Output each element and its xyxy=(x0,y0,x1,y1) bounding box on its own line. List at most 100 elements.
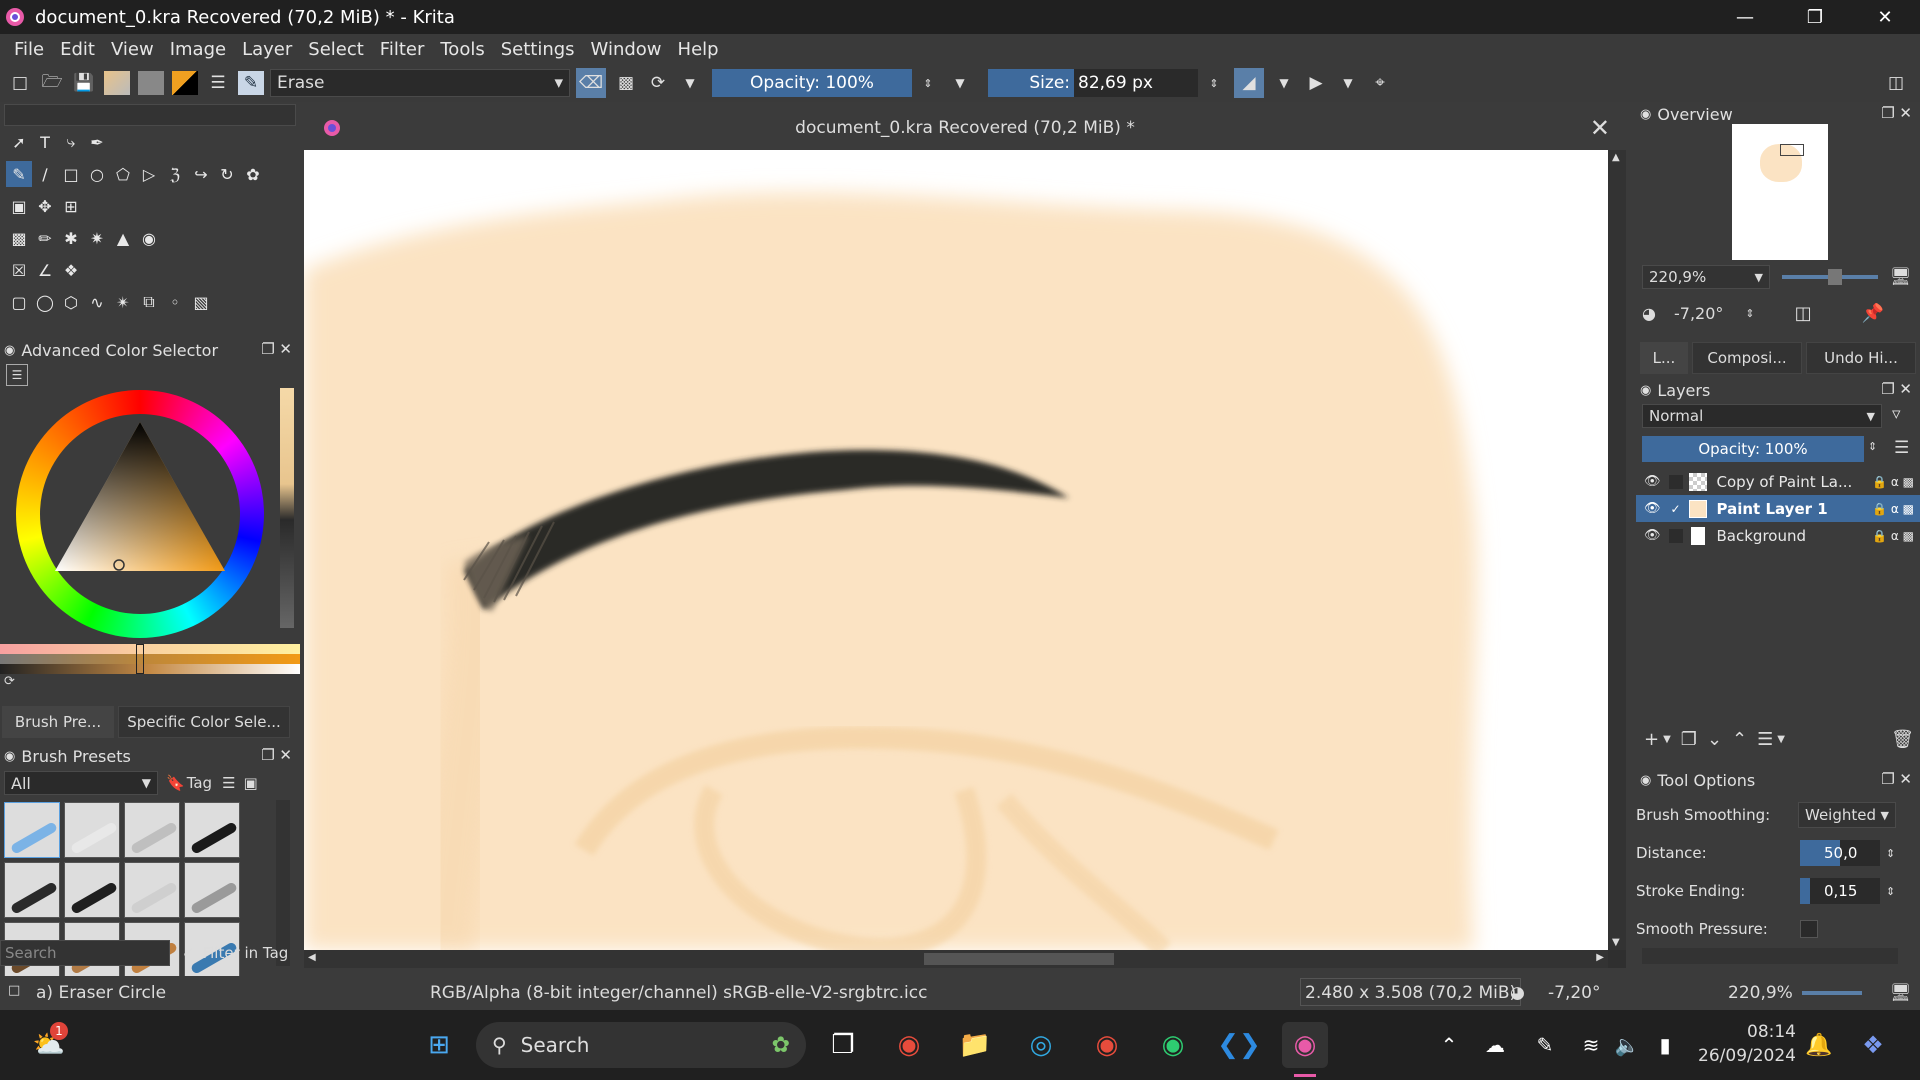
task-view-icon[interactable]: ❐ xyxy=(820,1022,866,1068)
text-tool-icon[interactable]: T xyxy=(32,129,58,155)
polygon-tool-icon[interactable]: ⬠ xyxy=(110,161,136,187)
chrome-profile2-icon[interactable]: ◉ xyxy=(1150,1022,1196,1068)
float-close-icons[interactable]: ❐ ✕ xyxy=(261,746,292,764)
status-dimensions[interactable]: 2.480 x 3.508 (70,2 MiB) xyxy=(1300,978,1522,1006)
brush-preset-icon[interactable]: ✎ xyxy=(238,71,264,95)
copilot-icon[interactable]: ❖ xyxy=(1850,1022,1896,1068)
eraser-mode-icon[interactable]: ⌫ xyxy=(576,68,606,98)
distance-slider[interactable]: 50,0 xyxy=(1800,840,1880,866)
wrap-around-icon[interactable]: ⌖ xyxy=(1368,71,1392,95)
color-history-strip[interactable] xyxy=(280,388,294,628)
eye-icon[interactable]: 👁 xyxy=(1644,501,1661,516)
zoom-slider[interactable] xyxy=(1782,269,1878,285)
brush-preset-tile[interactable] xyxy=(184,862,240,918)
gradient-swatch-icon[interactable] xyxy=(104,71,130,95)
zoom-select[interactable]: 220,9% ▼ xyxy=(1642,265,1770,289)
bell-icon[interactable]: 🔔 xyxy=(1796,1022,1842,1068)
layer-props-icons[interactable]: 🔒 α ▩ xyxy=(1872,502,1914,516)
float-close-icons[interactable]: ❐ ✕ xyxy=(1881,104,1912,122)
distance-stepper-icon[interactable]: ⇕ xyxy=(1886,847,1895,860)
chevron-down-icon[interactable]: ▼ xyxy=(678,71,702,95)
save-icon[interactable]: 💾 xyxy=(72,71,96,95)
enclose-fill-icon[interactable]: ◉ xyxy=(136,225,162,251)
menu-filter[interactable]: Filter xyxy=(380,39,425,60)
rotation-value[interactable]: -7,20° xyxy=(1674,304,1723,323)
freehand-path-icon[interactable]: ↪ xyxy=(188,161,214,187)
mirror-vertical-icon[interactable]: ▶ xyxy=(1304,71,1328,95)
brush-preset-tile[interactable] xyxy=(4,802,60,858)
pen-icon[interactable]: ✎ xyxy=(1522,1022,1568,1068)
ellipse-select-icon[interactable]: ◯ xyxy=(32,289,58,315)
tab-compositions[interactable]: Composi... xyxy=(1692,342,1802,374)
reset-color-icon[interactable]: ⟳ xyxy=(0,674,300,694)
chevron-down-icon[interactable]: ▼ xyxy=(1777,734,1785,745)
battery-icon[interactable]: ▮ xyxy=(1642,1022,1688,1068)
add-layer-icon[interactable]: + xyxy=(1644,729,1659,750)
smart-patch-icon[interactable]: ✱ xyxy=(58,225,84,251)
similar-select-icon[interactable]: ⧉ xyxy=(136,289,162,315)
brush-preset-tile[interactable] xyxy=(124,802,180,858)
krita-taskbar-icon[interactable]: ◉ xyxy=(1282,1022,1328,1068)
preset-filter-select[interactable]: All ▼ xyxy=(4,771,158,795)
layer-properties-icon[interactable]: ☰ xyxy=(1757,729,1773,750)
polygon-select-icon[interactable]: ⬡ xyxy=(58,289,84,315)
rectangle-tool-icon[interactable]: □ xyxy=(58,161,84,187)
layer-menu-icon[interactable]: ☰ xyxy=(1894,438,1909,458)
stroke-ending-stepper-icon[interactable]: ⇕ xyxy=(1886,885,1895,898)
monitor-icon[interactable]: 🖥 xyxy=(1890,983,1912,1003)
duplicate-layer-icon[interactable]: ❐ xyxy=(1681,729,1697,750)
menu-layer[interactable]: Layer xyxy=(242,39,292,60)
viewport-rect[interactable] xyxy=(1780,144,1804,156)
magnetic-select-icon[interactable]: ▧ xyxy=(188,289,214,315)
menu-image[interactable]: Image xyxy=(170,39,226,60)
open-folder-icon[interactable]: 🗁 xyxy=(40,71,64,95)
restore-icon[interactable]: ❐ xyxy=(1780,0,1850,34)
chevron-up-icon[interactable]: ⌃ xyxy=(1426,1022,1472,1068)
brush-preset-tile[interactable] xyxy=(64,862,120,918)
chrome-icon[interactable]: ◉ xyxy=(1084,1022,1130,1068)
vertical-scrollbar[interactable]: ▲ ▼ xyxy=(1608,150,1626,950)
move-up-icon[interactable]: ⌃ xyxy=(1732,729,1747,750)
new-document-icon[interactable]: □ xyxy=(8,71,32,95)
tab-layers[interactable]: L... xyxy=(1640,342,1688,374)
polyline-tool-icon[interactable]: ▷ xyxy=(136,161,162,187)
opacity-stepper-icon[interactable]: ⇕ xyxy=(1868,440,1877,453)
opacity-stepper-icon[interactable]: ⇕ xyxy=(916,71,940,95)
bezier-tool-icon[interactable]: ℨ xyxy=(162,161,188,187)
brush-settings-icon[interactable]: ☰ xyxy=(206,71,230,95)
line-tool-icon[interactable]: ∕ xyxy=(32,161,58,187)
overview-thumbnail[interactable] xyxy=(1732,124,1828,260)
tag-icon[interactable]: 🔖 xyxy=(166,774,185,792)
pattern-swatch-icon[interactable] xyxy=(138,71,164,95)
freehand-brush-icon[interactable]: ✎ xyxy=(6,161,32,187)
tab-undo-history[interactable]: Undo Hi... xyxy=(1806,342,1916,374)
opacity-slider[interactable]: Opacity: 100% xyxy=(712,69,912,97)
tool-options-hscroll[interactable] xyxy=(1642,948,1898,964)
gradient-tool-icon[interactable]: ▩ xyxy=(6,225,32,251)
menu-tools[interactable]: Tools xyxy=(440,39,484,60)
close-icon[interactable]: ✕ xyxy=(1850,0,1920,34)
h-scroll-thumb[interactable] xyxy=(924,953,1114,965)
chevron-down-icon[interactable]: ▼ xyxy=(1272,71,1296,95)
horizontal-scrollbar[interactable]: ◀ ▶ xyxy=(304,950,1608,968)
crop-tool-icon[interactable]: ⊞ xyxy=(58,193,84,219)
status-zoom[interactable]: 220,9% xyxy=(1728,983,1793,1003)
eye-icon[interactable]: 👁 xyxy=(1644,474,1661,489)
layer-props-icons[interactable]: 🔒 α ▩ xyxy=(1872,475,1914,489)
blend-mode-select[interactable]: Erase ▾ xyxy=(270,69,570,97)
move-down-icon[interactable]: ⌄ xyxy=(1707,729,1722,750)
reference-tool-icon[interactable]: ❖ xyxy=(58,257,84,283)
tag-label[interactable]: Tag xyxy=(187,774,212,792)
scroll-down-icon[interactable]: ▼ xyxy=(1612,937,1620,948)
menu-window[interactable]: Window xyxy=(591,39,662,60)
checkmark-icon[interactable]: ✓ xyxy=(1669,502,1683,516)
selector-settings-icon[interactable]: ☰ xyxy=(6,364,28,386)
assistant-tool-icon[interactable]: ☒ xyxy=(6,257,32,283)
drawing-canvas[interactable] xyxy=(304,150,1608,950)
color-selector[interactable]: ☰ xyxy=(0,362,300,644)
tab-specific-color[interactable]: Specific Color Sele... xyxy=(118,706,290,738)
layer-row[interactable]: 👁 Copy of Paint La... 🔒 α ▩ xyxy=(1636,468,1920,495)
status-zoom-slider[interactable] xyxy=(1802,991,1862,995)
workspace-icon[interactable]: ◫ xyxy=(1884,71,1908,95)
size-slider[interactable]: Size: 82,69 px xyxy=(988,69,1198,97)
